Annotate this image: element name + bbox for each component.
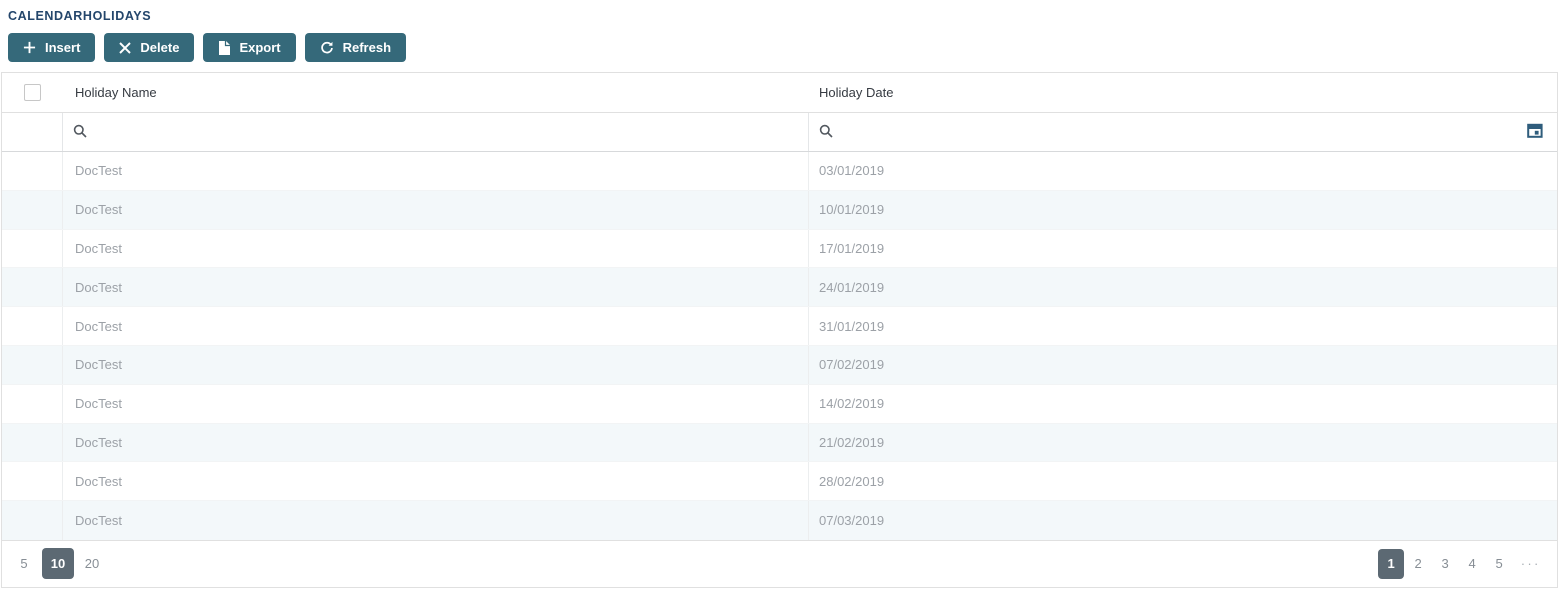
pager: 5 10 20 1 2 3 4 5 ... [2, 540, 1557, 587]
table-row[interactable]: DocTest 07/03/2019 [2, 501, 1557, 540]
grid-header-row: Holiday Name Holiday Date [2, 73, 1557, 113]
row-select-cell[interactable] [2, 307, 63, 345]
page-title: CALENDARHOLIDAYS [0, 0, 1559, 23]
page-size-selector: 5 10 20 [12, 548, 104, 579]
table-row[interactable]: DocTest 28/02/2019 [2, 462, 1557, 501]
calendar-icon [1527, 123, 1543, 141]
page-size-5[interactable]: 5 [12, 549, 36, 579]
row-select-cell[interactable] [2, 152, 63, 190]
select-all-cell [2, 73, 63, 112]
page-navigator: 1 2 3 4 5 ... [1378, 549, 1547, 579]
pager-ellipsis: ... [1513, 553, 1547, 574]
refresh-icon [320, 41, 334, 55]
page-size-20[interactable]: 20 [80, 549, 104, 579]
table-row[interactable]: DocTest 03/01/2019 [2, 152, 1557, 191]
toolbar: Insert Delete Export Refresh [0, 23, 1559, 72]
holiday-date-cell[interactable]: 17/01/2019 [809, 230, 1557, 268]
insert-button-label: Insert [45, 40, 80, 55]
filter-select-cell [2, 113, 63, 151]
table-row[interactable]: DocTest 31/01/2019 [2, 307, 1557, 346]
delete-button-label: Delete [140, 40, 179, 55]
holiday-name-cell[interactable]: DocTest [63, 230, 809, 268]
table-row[interactable]: DocTest 17/01/2019 [2, 230, 1557, 269]
row-select-cell[interactable] [2, 424, 63, 462]
row-select-cell[interactable] [2, 346, 63, 384]
page-2[interactable]: 2 [1405, 549, 1431, 579]
holiday-name-cell[interactable]: DocTest [63, 424, 809, 462]
holiday-date-cell[interactable]: 10/01/2019 [809, 191, 1557, 229]
refresh-button[interactable]: Refresh [305, 33, 406, 62]
holiday-name-cell[interactable]: DocTest [63, 385, 809, 423]
x-icon [119, 42, 131, 54]
select-all-checkbox[interactable] [24, 84, 41, 101]
table-row[interactable]: DocTest 10/01/2019 [2, 191, 1557, 230]
table-row[interactable]: DocTest 21/02/2019 [2, 424, 1557, 463]
holiday-date-cell[interactable]: 07/02/2019 [809, 346, 1557, 384]
page-3[interactable]: 3 [1432, 549, 1458, 579]
column-header-holiday-date[interactable]: Holiday Date [809, 73, 1557, 112]
row-select-cell[interactable] [2, 385, 63, 423]
export-button[interactable]: Export [203, 33, 295, 62]
holiday-date-cell[interactable]: 07/03/2019 [809, 501, 1557, 540]
holiday-name-cell[interactable]: DocTest [63, 191, 809, 229]
holidays-data-grid: Holiday Name Holiday Date DocTest 03/01/… [1, 72, 1558, 588]
plus-icon [23, 41, 36, 54]
holiday-date-cell[interactable]: 24/01/2019 [809, 268, 1557, 306]
holiday-date-cell[interactable]: 03/01/2019 [809, 152, 1557, 190]
page-size-10[interactable]: 10 [42, 548, 74, 579]
delete-button[interactable]: Delete [104, 33, 194, 62]
table-row[interactable]: DocTest 14/02/2019 [2, 385, 1557, 424]
holiday-name-cell[interactable]: DocTest [63, 307, 809, 345]
row-select-cell[interactable] [2, 230, 63, 268]
table-row[interactable]: DocTest 24/01/2019 [2, 268, 1557, 307]
page-4[interactable]: 4 [1459, 549, 1485, 579]
holiday-name-cell[interactable]: DocTest [63, 152, 809, 190]
magnifier-icon [73, 124, 87, 141]
row-select-cell[interactable] [2, 191, 63, 229]
holiday-date-cell[interactable]: 21/02/2019 [809, 424, 1557, 462]
page-5[interactable]: 5 [1486, 549, 1512, 579]
grid-body: DocTest 03/01/2019 DocTest 10/01/2019 Do… [2, 152, 1557, 540]
holiday-date-cell[interactable]: 31/01/2019 [809, 307, 1557, 345]
holiday-name-cell[interactable]: DocTest [63, 462, 809, 500]
page-1[interactable]: 1 [1378, 549, 1404, 579]
holiday-name-cell[interactable]: DocTest [63, 346, 809, 384]
holiday-date-cell[interactable]: 14/02/2019 [809, 385, 1557, 423]
holiday-name-filter-input[interactable] [95, 113, 808, 151]
holiday-name-cell[interactable]: DocTest [63, 501, 809, 540]
row-select-cell[interactable] [2, 462, 63, 500]
filter-cell-holiday-date [809, 113, 1557, 151]
row-select-cell[interactable] [2, 501, 63, 540]
document-icon [218, 41, 230, 55]
filter-cell-holiday-name [63, 113, 809, 151]
column-header-holiday-name[interactable]: Holiday Name [63, 73, 809, 112]
row-select-cell[interactable] [2, 268, 63, 306]
date-picker-button[interactable] [1525, 121, 1545, 143]
grid-filter-row [2, 113, 1557, 152]
refresh-button-label: Refresh [343, 40, 391, 55]
holiday-date-filter-input[interactable] [841, 113, 1517, 151]
insert-button[interactable]: Insert [8, 33, 95, 62]
magnifier-icon [819, 124, 833, 141]
holiday-date-cell[interactable]: 28/02/2019 [809, 462, 1557, 500]
table-row[interactable]: DocTest 07/02/2019 [2, 346, 1557, 385]
export-button-label: Export [239, 40, 280, 55]
holiday-name-cell[interactable]: DocTest [63, 268, 809, 306]
